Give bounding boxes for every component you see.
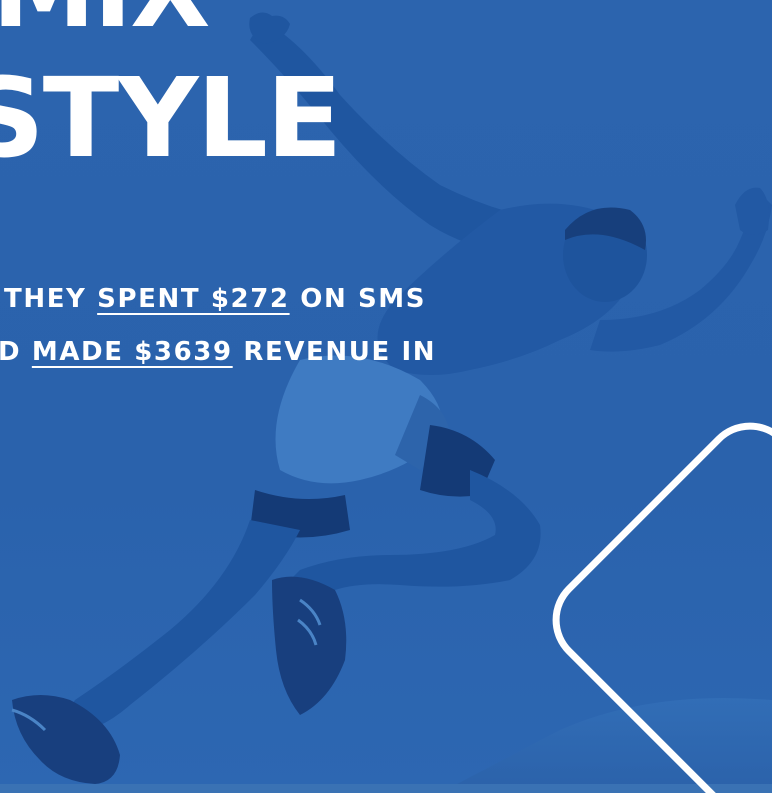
body-line-2: D MADE $3639 REVENUE IN — [0, 339, 436, 365]
hero-banner: MIX STYLE THEY SPENT $272 ON SMS D MADE … — [0, 0, 772, 793]
spent-amount: SPENT $272 — [97, 284, 290, 314]
body-line-2-prefix: D — [0, 337, 32, 367]
body-line-1-prefix: THEY — [4, 284, 98, 314]
body-line-2-suffix: REVENUE IN — [232, 337, 437, 367]
headline-line-1: MIX — [0, 0, 210, 42]
body-line-1-suffix: ON SMS — [289, 284, 427, 314]
revenue-amount: MADE $3639 — [31, 337, 233, 367]
body-line-1: THEY SPENT $272 ON SMS — [4, 286, 426, 312]
headline-line-2: STYLE — [0, 54, 343, 182]
